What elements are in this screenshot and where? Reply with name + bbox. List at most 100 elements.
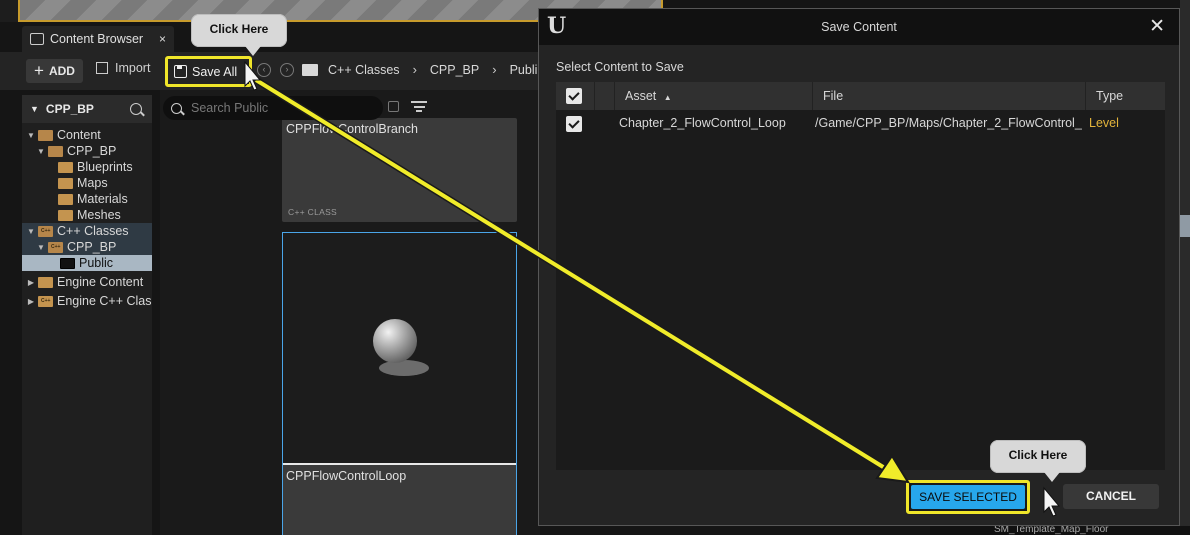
chevron-down-icon: ▼ bbox=[27, 226, 35, 236]
column-label: File bbox=[823, 89, 844, 103]
column-label: Asset bbox=[625, 89, 657, 103]
forward-arrow-icon[interactable]: › bbox=[280, 63, 294, 77]
import-button[interactable]: Import bbox=[96, 61, 150, 75]
tab-label: Content Browser bbox=[50, 32, 144, 46]
asset-name: CPPFlowControlLoop bbox=[286, 469, 407, 483]
dialog-title: Save Content bbox=[821, 20, 897, 34]
column-spacer bbox=[594, 82, 614, 110]
save-selected-label: SAVE SELECTED bbox=[911, 485, 1025, 509]
tree-item-label: Maps bbox=[77, 176, 108, 190]
folder-tree-panel: ▼ CPP_BP ▼ Content ▼ CPP_BP Blueprints M… bbox=[22, 95, 152, 535]
folder-icon bbox=[58, 161, 73, 173]
file-cell: /Game/CPP_BP/Maps/Chapter_2_FlowControl_ bbox=[815, 116, 1082, 130]
details-panel-edge bbox=[1180, 0, 1190, 535]
add-label: ADD bbox=[48, 64, 75, 78]
cpp-folder-icon bbox=[48, 241, 63, 253]
tree-item-blueprints[interactable]: Blueprints bbox=[22, 159, 152, 175]
search-icon[interactable] bbox=[130, 103, 142, 115]
close-icon[interactable]: × bbox=[159, 32, 166, 46]
viewport-edge bbox=[0, 0, 18, 22]
cancel-button[interactable]: CANCEL bbox=[1063, 484, 1159, 509]
tree-item-cpp-bp[interactable]: ▼ CPP_BP bbox=[22, 143, 152, 159]
callout-save-selected: Click Here bbox=[990, 440, 1086, 482]
bottom-panel-edge: SM_Template_Map_Floor bbox=[930, 524, 1190, 535]
folder-open-icon bbox=[38, 129, 53, 141]
chevron-right-icon: ▶ bbox=[27, 277, 35, 287]
add-button[interactable]: + ADD bbox=[26, 59, 83, 83]
folder-icon bbox=[58, 193, 73, 205]
tree-item-label: Engine Content bbox=[57, 275, 144, 289]
close-icon[interactable]: ✕ bbox=[1149, 15, 1165, 38]
column-file[interactable]: File bbox=[812, 82, 1085, 110]
tree-item-meshes[interactable]: Meshes bbox=[22, 207, 152, 223]
breadcrumb-item[interactable]: C++ Classes bbox=[328, 63, 400, 77]
tree-item-cpp-bp-classes[interactable]: ▼ CPP_BP bbox=[22, 239, 152, 255]
dialog-titlebar[interactable]: U Save Content ✕ bbox=[539, 9, 1179, 45]
type-cell: Level bbox=[1089, 116, 1119, 130]
tree-item-label: Public bbox=[79, 256, 114, 270]
plus-icon: + bbox=[34, 61, 44, 80]
cpp-folder-icon bbox=[38, 295, 53, 307]
sphere-shadow bbox=[379, 360, 429, 376]
search-input[interactable]: Search Public bbox=[163, 96, 383, 120]
import-label: Import bbox=[115, 61, 151, 75]
filter-icon[interactable] bbox=[411, 101, 427, 113]
asset-tile[interactable]: CPPFlowControlBranch C++ CLASS bbox=[282, 118, 517, 222]
tree-item-engine-content[interactable]: ▶ Engine Content bbox=[22, 274, 152, 290]
breadcrumb: C++ Classes › CPP_BP › Publi bbox=[302, 62, 537, 77]
folder-icon bbox=[38, 276, 53, 288]
cpp-folder-icon bbox=[38, 225, 53, 237]
tree-item-maps[interactable]: Maps bbox=[22, 175, 152, 191]
tree-item-label: Blueprints bbox=[77, 160, 133, 174]
tree-item-cpp-classes[interactable]: ▼ C++ Classes bbox=[22, 223, 152, 239]
folder-open-icon bbox=[48, 145, 63, 157]
tree-item-content[interactable]: ▼ Content bbox=[22, 127, 152, 143]
tree-root-label: CPP_BP bbox=[45, 102, 94, 116]
content-table: Asset ▲ File Type Chapter_2_FlowControl_… bbox=[556, 82, 1165, 470]
callout-save-all: Click Here bbox=[191, 14, 287, 56]
breadcrumb-item[interactable]: CPP_BP bbox=[430, 63, 479, 77]
tree-item-label: CPP_BP bbox=[67, 144, 117, 158]
chevron-down-icon: ▼ bbox=[30, 104, 39, 114]
asset-tile-selected[interactable]: CPPFlowControlLoop bbox=[282, 232, 517, 535]
tree-item-engine-cpp-classes[interactable]: ▶ Engine C++ Clas bbox=[22, 293, 152, 309]
column-asset[interactable]: Asset ▲ bbox=[614, 82, 812, 110]
folder-icon bbox=[60, 257, 75, 269]
save-all-label: Save All bbox=[192, 64, 238, 79]
chevron-right-icon: › bbox=[492, 62, 497, 77]
tree-item-label: CPP_BP bbox=[67, 240, 117, 254]
select-all-checkbox[interactable] bbox=[566, 88, 582, 104]
chevron-down-icon: ▼ bbox=[27, 130, 35, 140]
table-header: Asset ▲ File Type bbox=[556, 82, 1165, 110]
table-row[interactable]: Chapter_2_FlowControl_Loop /Game/CPP_BP/… bbox=[556, 110, 1165, 136]
sphere-icon bbox=[373, 319, 417, 363]
save-icon bbox=[174, 65, 187, 78]
chevron-down-icon: ▼ bbox=[37, 242, 45, 252]
tree-item-public[interactable]: Public bbox=[22, 255, 152, 271]
tree-item-label: Engine C++ Clas bbox=[57, 294, 152, 308]
column-type[interactable]: Type bbox=[1085, 82, 1165, 110]
back-arrow-icon[interactable]: ‹ bbox=[257, 63, 271, 77]
breadcrumb-item[interactable]: Publi bbox=[510, 63, 538, 77]
tree-item-label: Materials bbox=[77, 192, 128, 206]
dialog-subtitle: Select Content to Save bbox=[556, 60, 684, 74]
tree-item-label: Meshes bbox=[77, 208, 121, 222]
save-search-icon[interactable] bbox=[388, 101, 399, 112]
tree-header[interactable]: ▼ CPP_BP bbox=[22, 95, 152, 123]
chevron-down-icon: ▼ bbox=[37, 146, 45, 156]
asset-name: CPPFlowControlBranch bbox=[286, 122, 418, 136]
callout-text: Click Here bbox=[209, 22, 269, 36]
chevron-right-icon: ▶ bbox=[27, 296, 35, 306]
save-selected-button[interactable]: SAVE SELECTED bbox=[906, 480, 1030, 514]
folder-icon bbox=[302, 63, 318, 76]
tree-item-materials[interactable]: Materials bbox=[22, 191, 152, 207]
asset-thumbnail bbox=[283, 233, 516, 465]
folder-icon bbox=[58, 209, 73, 221]
tab-content-browser[interactable]: Content Browser × bbox=[22, 26, 174, 52]
folder-icon bbox=[58, 177, 73, 189]
tree-item-label: C++ Classes bbox=[57, 224, 129, 238]
content-browser-icon bbox=[30, 33, 44, 45]
row-checkbox[interactable] bbox=[566, 116, 582, 132]
save-all-button[interactable]: Save All bbox=[165, 56, 252, 87]
details-panel-accent bbox=[1180, 215, 1190, 237]
